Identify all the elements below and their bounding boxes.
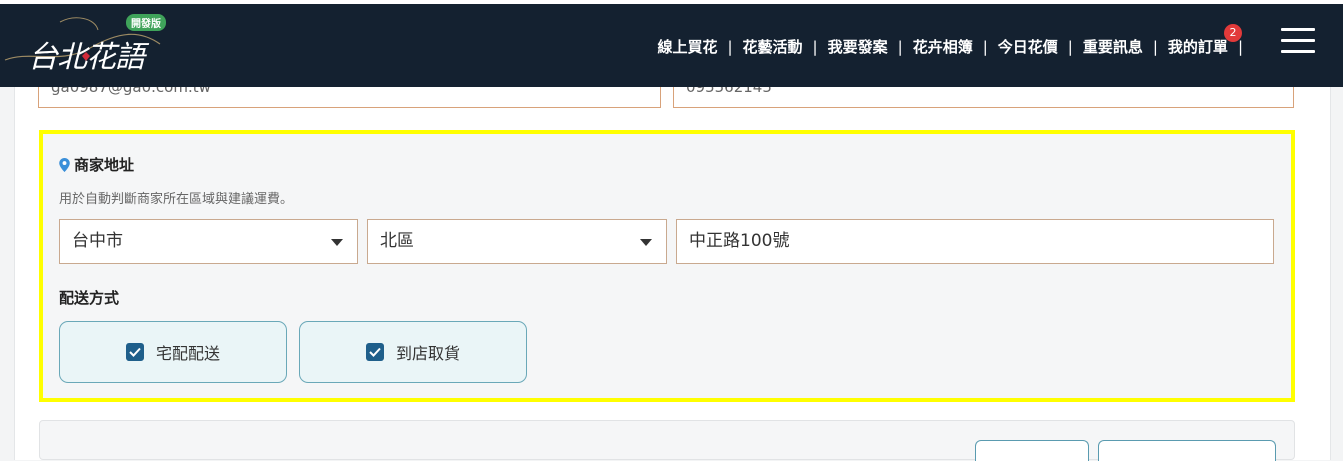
site-logo[interactable]: 台北花語 開發版 <box>0 10 180 80</box>
nav-item-buy-flowers[interactable]: 線上買花 <box>647 36 727 57</box>
address-section: 商家地址 用於自動判斷商家所在區域與建議運費。 台中市 北區 中正路100號 配… <box>39 130 1295 402</box>
district-select[interactable]: 北區 <box>367 219 667 264</box>
site-header: 台北花語 開發版 線上買花 | 花藝活動 | 我要發案 | 花卉相簿 | 今日花… <box>0 4 1343 87</box>
main-nav: 線上買花 | 花藝活動 | 我要發案 | 花卉相簿 | 今日花價 | 重要訊息 … <box>647 24 1243 57</box>
chevron-down-icon <box>331 239 343 246</box>
address-hint: 用於自動判斷商家所在區域與建議運費。 <box>59 192 294 207</box>
nav-separator: | <box>1237 37 1243 56</box>
nav-item-my-orders[interactable]: 我的訂單 2 <box>1158 24 1242 57</box>
nav-item-flower-album[interactable]: 花卉相簿 <box>903 36 983 57</box>
nav-item-today-prices[interactable]: 今日花價 <box>988 36 1068 57</box>
delivery-method-label: 配送方式 <box>59 289 120 307</box>
store-pickup-option[interactable]: 到店取貨 <box>299 321 527 383</box>
nav-item-my-orders-label: 我的訂單 <box>1167 38 1228 56</box>
checkbox-checked-icon[interactable] <box>125 343 144 361</box>
city-select[interactable]: 台中市 <box>59 219 358 264</box>
address-title: 商家地址 <box>59 154 134 175</box>
store-pickup-label: 到店取貨 <box>395 344 460 363</box>
nav-item-post-job[interactable]: 我要發案 <box>818 36 898 57</box>
order-count-badge: 2 <box>1223 24 1242 42</box>
bottom-action-button[interactable] <box>1098 440 1276 461</box>
hamburger-icon[interactable] <box>1281 28 1315 54</box>
chevron-down-icon <box>640 239 652 246</box>
district-value: 北區 <box>380 231 414 251</box>
street-input[interactable]: 中正路100號 <box>676 219 1274 264</box>
city-value: 台中市 <box>72 231 123 251</box>
map-pin-icon <box>59 157 70 172</box>
bottom-action-button[interactable] <box>975 440 1089 461</box>
beta-badge: 開發版 <box>126 14 166 31</box>
checkbox-checked-icon[interactable] <box>365 343 384 361</box>
address-title-text: 商家地址 <box>74 156 135 174</box>
home-delivery-label: 宅配配送 <box>155 344 220 363</box>
home-delivery-option[interactable]: 宅配配送 <box>59 321 287 383</box>
nav-item-important-news[interactable]: 重要訊息 <box>1073 36 1153 57</box>
nav-item-floral-events[interactable]: 花藝活動 <box>733 36 813 57</box>
logo-text: 台北花語 <box>28 40 145 75</box>
street-value: 中正路100號 <box>689 231 790 251</box>
